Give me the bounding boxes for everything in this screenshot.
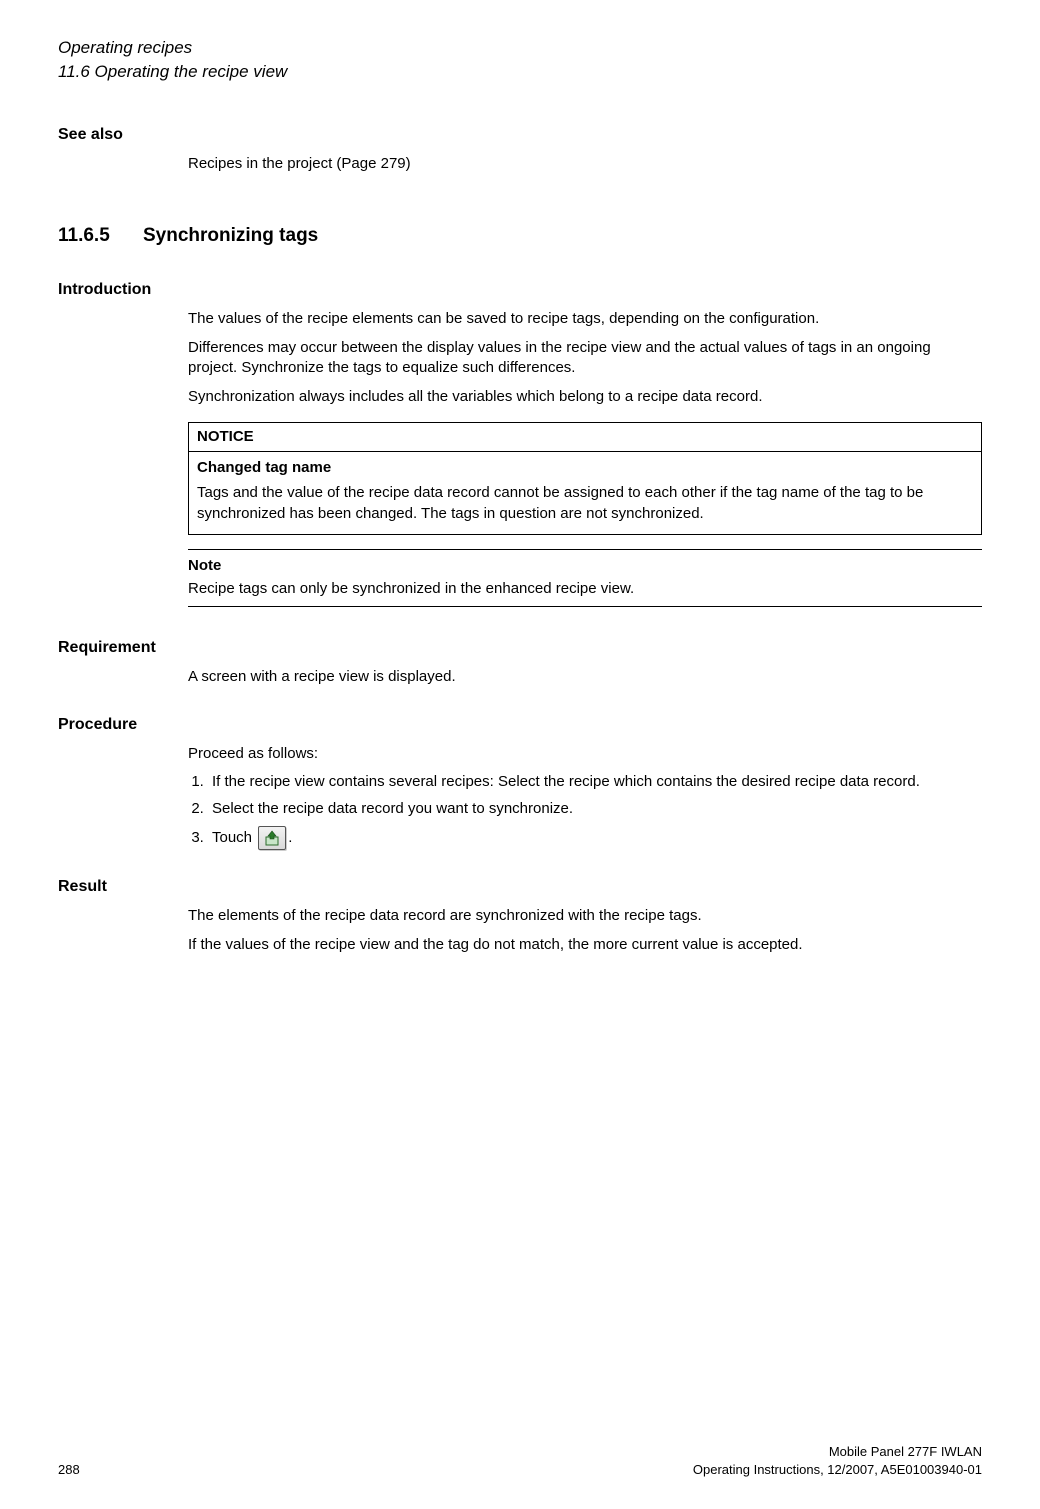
page-footer: 288 Mobile Panel 277F IWLAN Operating In… <box>58 1443 982 1479</box>
heading-see-also: See also <box>58 124 982 146</box>
heading-introduction: Introduction <box>58 279 982 301</box>
procedure-step: Select the recipe data record you want t… <box>208 799 982 820</box>
heading-procedure: Procedure <box>58 714 982 736</box>
procedure-step: If the recipe view contains several reci… <box>208 772 982 793</box>
notice-label: NOTICE <box>189 423 981 453</box>
procedure-intro: Proceed as follows: <box>188 744 982 765</box>
notice-box: NOTICE Changed tag name Tags and the val… <box>188 422 982 536</box>
notice-subheading: Changed tag name <box>197 458 973 479</box>
running-header-section: 11.6 Operating the recipe view <box>58 60 982 83</box>
procedure-step-prefix: Touch <box>212 829 256 846</box>
result-paragraph: If the values of the recipe view and the… <box>188 935 982 956</box>
requirement-text: A screen with a recipe view is displayed… <box>188 667 982 688</box>
intro-paragraph: Synchronization always includes all the … <box>188 387 982 408</box>
see-also-link[interactable]: Recipes in the project (Page 279) <box>188 154 982 175</box>
intro-paragraph: Differences may occur between the displa… <box>188 338 982 379</box>
footer-docinfo: Operating Instructions, 12/2007, A5E0100… <box>693 1461 982 1479</box>
running-header-chapter: Operating recipes <box>58 36 982 59</box>
footer-page-number: 288 <box>58 1461 80 1479</box>
procedure-step: Touch . <box>208 826 982 850</box>
section-heading: 11.6.5Synchronizing tags <box>58 223 982 249</box>
heading-result: Result <box>58 876 982 898</box>
note-body-text: Recipe tags can only be synchronized in … <box>188 579 982 600</box>
result-paragraph: The elements of the recipe data record a… <box>188 906 982 927</box>
intro-paragraph: The values of the recipe elements can be… <box>188 309 982 330</box>
section-title: Synchronizing tags <box>143 225 318 246</box>
synchronize-icon[interactable] <box>258 826 286 850</box>
section-number: 11.6.5 <box>58 223 143 249</box>
note-label: Note <box>188 556 982 577</box>
heading-requirement: Requirement <box>58 637 982 659</box>
procedure-step-suffix: . <box>288 829 292 846</box>
notice-body-text: Tags and the value of the recipe data re… <box>197 484 923 522</box>
document-page: Operating recipes 11.6 Operating the rec… <box>0 0 1040 1509</box>
procedure-list: If the recipe view contains several reci… <box>188 772 982 849</box>
footer-product: Mobile Panel 277F IWLAN <box>693 1443 982 1461</box>
note-block: Note Recipe tags can only be synchronize… <box>188 549 982 606</box>
